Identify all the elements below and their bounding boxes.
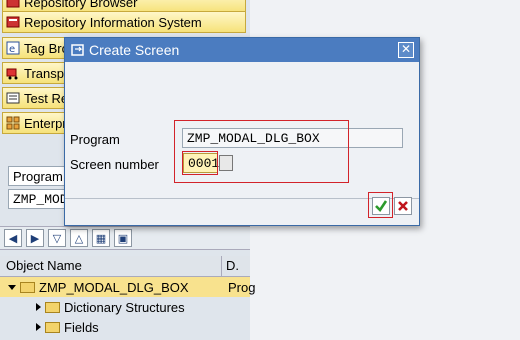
collapsed-triangle-icon[interactable]	[36, 303, 41, 311]
value-help-icon[interactable]	[219, 155, 233, 171]
repository-info-icon	[6, 15, 20, 29]
tree-row-program[interactable]: ZMP_MODAL_DLG_BOX Prog	[0, 277, 255, 297]
dialog-title-bar: Create Screen ✕	[65, 38, 419, 62]
nav-label: Test Re	[24, 90, 69, 106]
col-description: D.	[226, 258, 239, 273]
folder-icon	[45, 321, 60, 333]
folder-icon	[45, 301, 60, 313]
test-repository-icon	[6, 91, 20, 105]
create-screen-dialog: Create Screen ✕ Program ZMP_MODAL_DLG_BO…	[64, 37, 420, 226]
program-field[interactable]: ZMP_MODAL_DLG_BOX	[182, 128, 403, 148]
nav-repository-info-system[interactable]: Repository Information System	[2, 11, 246, 33]
back-arrow-icon[interactable]: ◀	[4, 229, 22, 247]
folder-icon	[20, 281, 35, 293]
nav-label: Repository Information System	[24, 14, 202, 30]
hierarchy-icon[interactable]: ▦	[92, 229, 110, 247]
close-icon[interactable]: ✕	[398, 42, 414, 58]
collapse-icon[interactable]: ▽	[48, 229, 66, 247]
expanded-triangle-icon[interactable]	[8, 284, 16, 290]
screen-number-field[interactable]: 0001	[183, 153, 219, 173]
tree-row-fields[interactable]: Fields	[0, 317, 250, 337]
svg-text:e: e	[9, 44, 15, 55]
cancel-button[interactable]	[394, 197, 412, 215]
create-screen-icon	[71, 43, 85, 57]
nav-label: Tag Bro	[24, 40, 69, 56]
repository-browser-icon	[6, 0, 20, 9]
navigator-toolbar: ◀ ▶ ▽ △ ▦ ▣	[0, 226, 250, 250]
dialog-title: Create Screen	[89, 42, 180, 58]
settings-icon[interactable]: ▣	[114, 229, 132, 247]
tree-row-dictionary-structures[interactable]: Dictionary Structures	[0, 297, 250, 317]
collapsed-triangle-icon[interactable]	[36, 323, 41, 331]
checkmark-icon	[375, 200, 388, 213]
enterprise-icon	[6, 116, 20, 130]
tag-browser-icon: e	[6, 41, 20, 55]
cancel-x-icon	[398, 201, 408, 211]
tree-row-label: ZMP_MODAL_DLG_BOX	[39, 279, 189, 295]
nav-label: Repository Browser	[24, 0, 138, 10]
expand-icon[interactable]: △	[70, 229, 88, 247]
col-object-name: Object Name	[0, 256, 222, 276]
tree-row-label: Dictionary Structures	[64, 299, 185, 315]
tree-header: Object Name D.	[0, 256, 250, 277]
transport-icon	[6, 66, 20, 80]
dialog-separator	[65, 198, 419, 199]
tree-row-label: Fields	[64, 319, 99, 335]
nav-label: Enterpr	[24, 115, 67, 131]
screen-number-label: Screen number	[70, 157, 159, 172]
program-label: Program	[70, 132, 120, 147]
confirm-button[interactable]	[372, 197, 390, 215]
tree-row-desc: Prog	[228, 279, 256, 295]
forward-arrow-icon[interactable]: ▶	[26, 229, 44, 247]
